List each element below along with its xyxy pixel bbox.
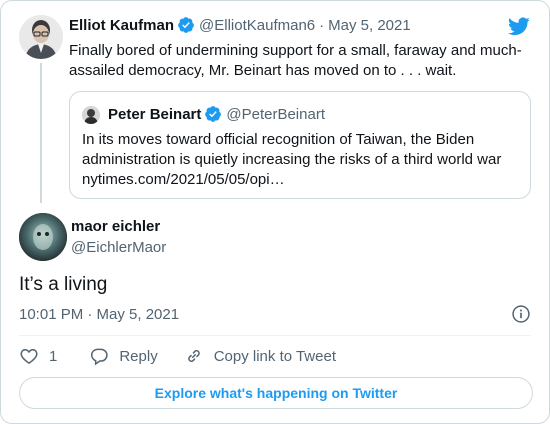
parent-author-handle[interactable]: @ElliotKaufman6 bbox=[199, 17, 315, 34]
link-icon bbox=[187, 350, 200, 362]
main-author-avatar[interactable] bbox=[19, 213, 67, 261]
copy-link-button[interactable]: Copy link to Tweet bbox=[184, 346, 336, 366]
quoted-author-name: Peter Beinart bbox=[108, 105, 202, 123]
reply-label: Reply bbox=[119, 347, 158, 365]
parent-tweet-header: Elliot Kaufman @ElliotKaufman6 · May 5, … bbox=[69, 16, 411, 34]
quoted-tweet-text: In its moves toward official recognition… bbox=[82, 131, 502, 188]
reply-button[interactable]: Reply bbox=[89, 346, 158, 366]
verified-badge-icon bbox=[205, 106, 222, 122]
main-tweet-text: It’s a living bbox=[19, 274, 108, 295]
quoted-author-avatar bbox=[82, 106, 100, 124]
verified-badge-icon bbox=[178, 17, 194, 33]
parent-tweet-date[interactable]: May 5, 2021 bbox=[328, 17, 411, 34]
twitter-bird-icon[interactable] bbox=[507, 15, 531, 37]
tweet-timestamp[interactable]: 10:01 PM · May 5, 2021 bbox=[19, 306, 179, 323]
main-author-name[interactable]: maor eichler bbox=[71, 218, 160, 235]
reply-icon bbox=[91, 348, 109, 366]
quoted-tweet-header: Peter Beinart @PeterBeinart bbox=[108, 105, 325, 123]
quoted-author-handle: @PeterBeinart bbox=[226, 105, 325, 123]
main-author-handle[interactable]: @EichlerMaor bbox=[71, 239, 166, 256]
tweet-actions: 1 Reply Copy link to Tweet bbox=[19, 345, 362, 367]
parent-author-name[interactable]: Elliot Kaufman bbox=[69, 17, 174, 34]
actions-divider bbox=[19, 335, 531, 336]
explore-twitter-button[interactable]: Explore what's happening on Twitter bbox=[19, 377, 533, 409]
parent-tweet-text: Finally bored of undermining support for… bbox=[69, 42, 522, 79]
header-separator: · bbox=[319, 16, 325, 34]
thread-connector-line bbox=[40, 63, 42, 203]
parent-author-avatar[interactable] bbox=[19, 15, 63, 59]
like-count: 1 bbox=[49, 347, 58, 365]
info-icon[interactable] bbox=[511, 304, 531, 324]
quoted-tweet[interactable]: Peter Beinart @PeterBeinart In its moves… bbox=[69, 91, 531, 199]
heart-icon bbox=[20, 348, 38, 364]
like-button[interactable]: 1 bbox=[19, 346, 63, 366]
embedded-tweet-card: Elliot Kaufman @ElliotKaufman6 · May 5, … bbox=[0, 0, 550, 424]
copy-link-label: Copy link to Tweet bbox=[213, 347, 336, 365]
